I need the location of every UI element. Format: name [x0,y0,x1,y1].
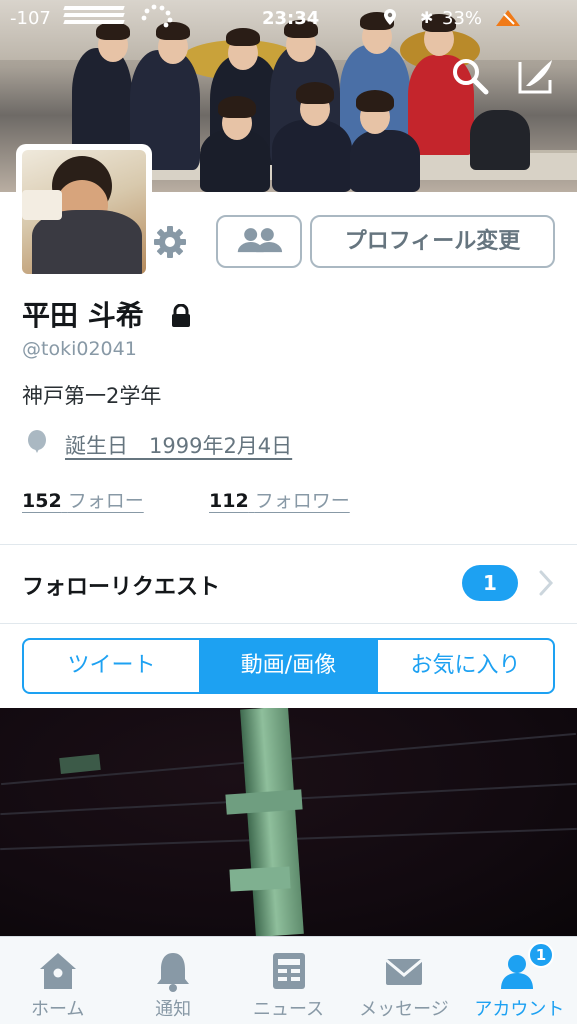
follow-requests-count-badge: 1 [462,565,518,601]
banner-bag [470,110,530,170]
nav-notifications[interactable]: 通知 [115,937,230,1024]
search-icon[interactable] [450,56,490,96]
balloon-icon [28,430,46,453]
status-bar: -107 23:34 ✱ 33% [0,0,577,40]
avatar-image [22,150,146,274]
following-count: 152 [22,490,62,512]
banner-person [350,130,420,192]
home-icon [39,953,76,989]
tab-tweets[interactable]: ツイート [24,640,201,692]
battery-percent: 33% [442,8,483,29]
chevron-right-icon [539,570,554,596]
profile-handle: @toki02041 [22,338,137,360]
banner-hair [218,96,256,118]
lock-icon [172,304,190,327]
utility-pole [240,708,304,936]
nav-account-label: アカウント [474,999,565,1020]
followers-stat[interactable]: 112 フォロワー [209,486,350,513]
people-icon [237,228,283,253]
nav-notifications-label: 通知 [155,999,192,1020]
carrier-logo-icon [63,4,125,30]
nav-messages[interactable]: メッセージ [346,937,461,1024]
status-time: 23:34 [262,8,320,29]
bell-icon [157,953,190,992]
nav-news-label: ニュース [252,999,325,1020]
followers-count: 112 [209,490,249,512]
tab-media[interactable]: 動画/画像 [201,640,378,692]
banner-person [72,48,132,158]
divider [0,623,577,624]
profile-name: 平田 斗希 [22,299,144,332]
nav-news[interactable]: ニュース [231,937,346,1024]
signal-strength: -107 [10,8,51,29]
edit-profile-button[interactable]: プロフィール変更 [310,215,555,268]
follow-suggestions-button[interactable] [216,215,302,268]
news-icon [272,953,305,989]
following-label: フォロー [67,490,144,512]
nav-home-label: ホーム [30,999,85,1020]
follow-requests-label: フォローリクエスト [22,575,221,600]
pole-bracket [229,866,291,892]
nav-messages-label: メッセージ [359,999,449,1020]
following-stat[interactable]: 152 フォロー [22,486,144,513]
location-icon [384,9,396,25]
banner-hair [356,90,394,112]
profile-birthday[interactable]: 誕生日 1999年2月4日 [65,430,292,460]
banner-hair [296,82,334,104]
bluetooth-icon: ✱ [420,8,434,27]
nav-home[interactable]: ホーム [0,937,115,1024]
bottom-tab-bar: ホーム 通知 ニュース メッセージ アカウント [0,936,577,1024]
compose-tweet-icon[interactable] [516,56,556,96]
media-image[interactable] [0,708,577,936]
insulator [59,753,101,775]
battery-icon [496,10,520,26]
profile-bio: 神戸第一2学年 [22,384,162,408]
nav-account[interactable]: アカウント [462,937,577,1024]
gear-icon[interactable] [152,224,188,260]
followers-label: フォロワー [254,490,350,512]
profile-avatar[interactable] [16,144,152,280]
follow-requests-row[interactable]: フォローリクエスト 1 [0,545,577,623]
account-notification-badge: 1 [528,942,554,968]
tab-favorites[interactable]: お気に入り [378,640,553,692]
banner-person [272,120,352,192]
profile-tabs: ツイート 動画/画像 お気に入り [22,638,555,694]
envelope-icon [384,958,423,985]
loading-indicator-icon [141,4,173,28]
